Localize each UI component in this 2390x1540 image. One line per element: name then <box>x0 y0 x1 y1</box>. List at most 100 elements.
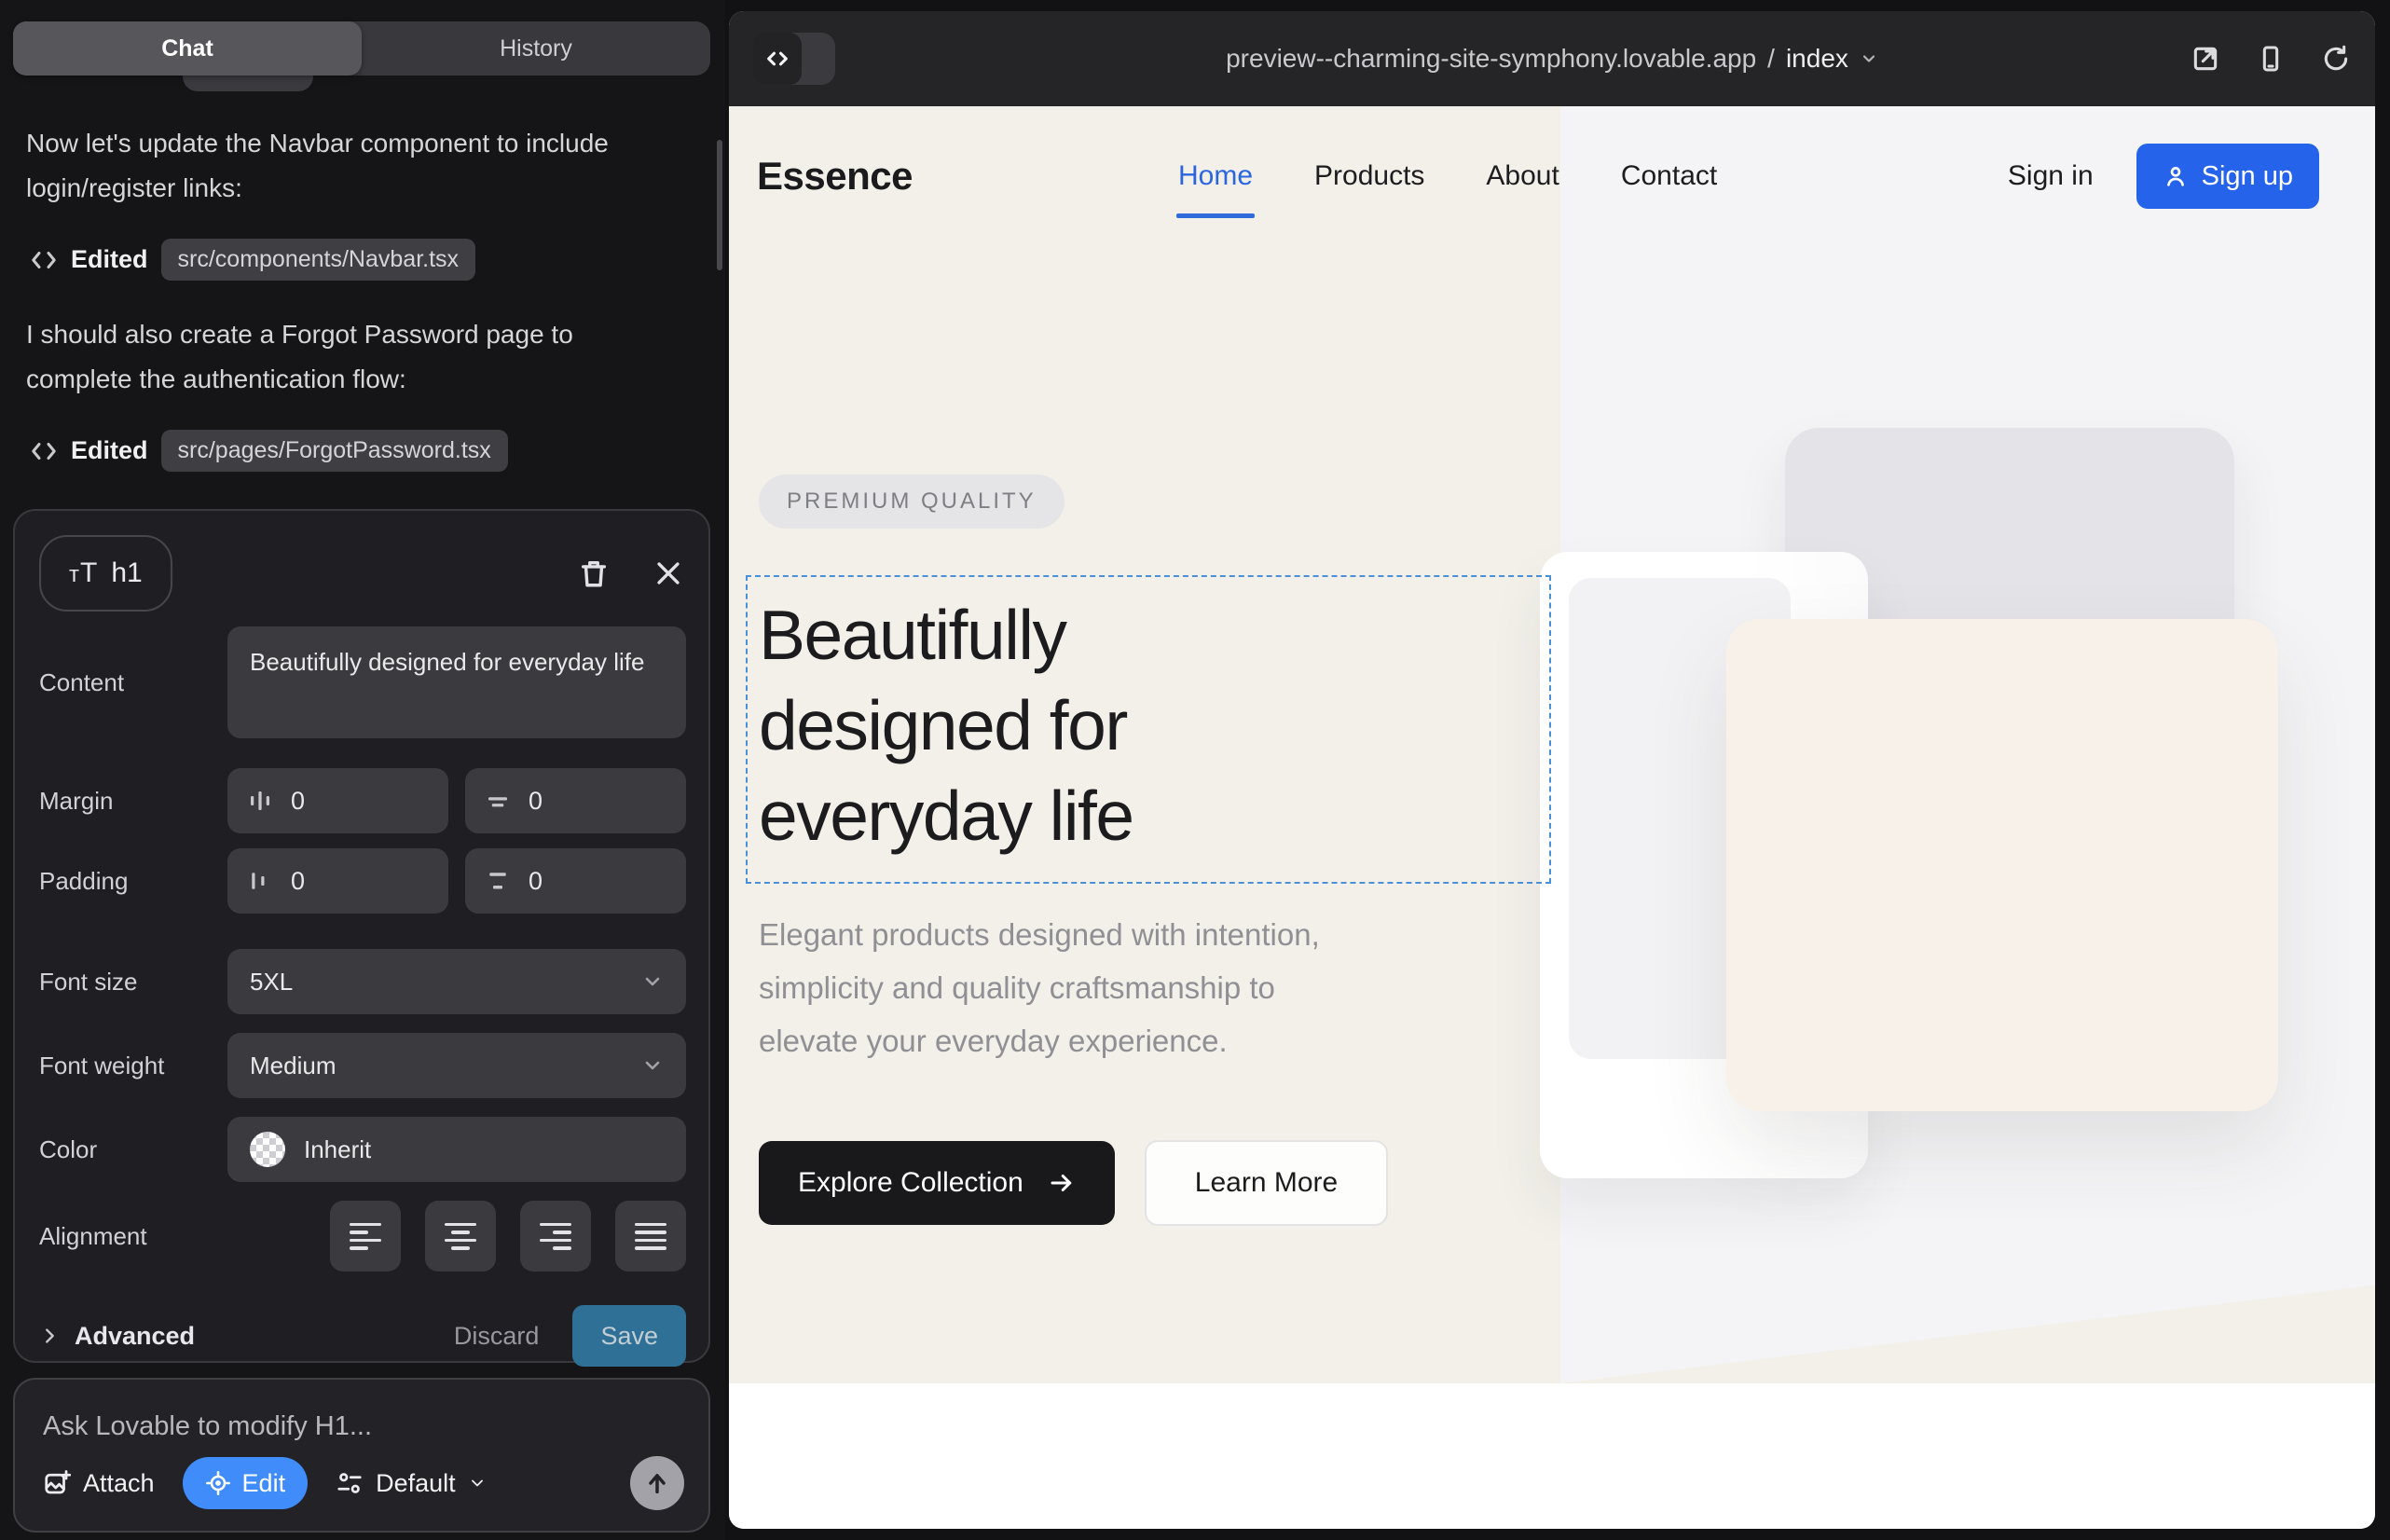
font-size-value: 5XL <box>250 968 293 997</box>
hero-paragraph-line: simplicity and quality craftsmanship to <box>759 961 1551 1014</box>
hero-heading-line: everyday life <box>759 771 1549 861</box>
nav-link-home[interactable]: Home <box>1178 160 1253 192</box>
explore-collection-button[interactable]: Explore Collection <box>759 1141 1115 1225</box>
padding-row: Padding 0 0 <box>39 848 686 914</box>
arrow-right-icon <box>1048 1169 1076 1197</box>
chat-input[interactable] <box>43 1411 680 1442</box>
attach-image-icon <box>43 1469 71 1497</box>
arrow-up-icon <box>644 1470 670 1496</box>
lovable-app: Chat History Now let's update the Navbar… <box>0 0 2390 1540</box>
learn-more-button[interactable]: Learn More <box>1145 1140 1388 1226</box>
target-icon <box>205 1470 231 1496</box>
url-bar: preview--charming-site-symphony.lovable.… <box>729 11 2375 106</box>
attach-label: Attach <box>83 1469 155 1498</box>
chrome-actions <box>2191 44 2351 74</box>
font-weight-label: Font weight <box>39 1052 227 1080</box>
nav-link-products[interactable]: Products <box>1314 160 1424 192</box>
assistant-message: Now let's update the Navbar component to… <box>26 121 684 211</box>
color-row: Color Inherit <box>39 1117 686 1182</box>
chevron-down-icon <box>641 970 664 993</box>
margin-vertical-input[interactable]: 0 <box>465 768 686 833</box>
text-style-icon: тT <box>69 557 98 589</box>
content-label: Content <box>39 668 227 697</box>
mobile-preview-icon[interactable] <box>2256 44 2286 74</box>
align-right-button[interactable] <box>520 1201 591 1272</box>
margin-horizontal-input[interactable]: 0 <box>227 768 448 833</box>
margin-vertical-value: 0 <box>529 787 543 816</box>
edited-file-row: Edited src/components/Navbar.tsx <box>30 239 684 281</box>
element-tag-pill[interactable]: тT h1 <box>39 535 172 612</box>
margin-horizontal-value: 0 <box>291 787 305 816</box>
sidebar: Chat History Now let's update the Navbar… <box>0 0 725 1540</box>
site-page: Essence Home Products About Contact Sign… <box>729 106 2375 1529</box>
nav-auth: Sign in Sign up <box>2008 144 2319 209</box>
font-weight-row: Font weight Medium <box>39 1033 686 1098</box>
font-size-select[interactable]: 5XL <box>227 949 686 1014</box>
selected-h1-outline[interactable]: Beautifully designed for everyday life <box>746 575 1551 884</box>
close-editor-button[interactable] <box>651 556 686 591</box>
sign-in-link[interactable]: Sign in <box>2008 160 2094 192</box>
advanced-toggle[interactable]: Advanced <box>39 1322 195 1351</box>
url-path[interactable]: index <box>1786 44 1848 74</box>
align-center-button[interactable] <box>425 1201 496 1272</box>
tab-history[interactable]: History <box>362 21 710 76</box>
font-weight-value: Medium <box>250 1052 336 1080</box>
padding-vertical-input[interactable]: 0 <box>465 848 686 914</box>
file-chip[interactable]: src/components/Navbar.tsx <box>161 239 476 281</box>
assistant-message: I should also create a Forgot Password p… <box>26 312 684 402</box>
margin-horizontal-icon <box>246 787 274 815</box>
code-view-toggle[interactable] <box>753 33 835 85</box>
color-swatch <box>250 1132 285 1167</box>
close-icon <box>652 557 684 589</box>
chevron-right-icon <box>39 1326 60 1346</box>
edit-label: Edit <box>242 1469 286 1498</box>
discard-button[interactable]: Discard <box>454 1322 540 1351</box>
chat-history-tabbar: Chat History <box>13 21 710 76</box>
save-button[interactable]: Save <box>572 1305 686 1367</box>
padding-horizontal-input[interactable]: 0 <box>227 848 448 914</box>
nav-link-contact[interactable]: Contact <box>1621 160 1717 192</box>
color-value: Inherit <box>304 1135 371 1164</box>
edited-label: Edited <box>71 436 148 465</box>
align-justify-button[interactable] <box>615 1201 686 1272</box>
element-tag-name: h1 <box>111 557 142 589</box>
hero-heading-line: designed for <box>759 681 1549 771</box>
padding-label: Padding <box>39 867 227 896</box>
url-separator: / <box>1767 44 1775 74</box>
open-external-icon[interactable] <box>2191 44 2220 74</box>
edited-label: Edited <box>71 245 148 274</box>
refresh-icon[interactable] <box>2321 44 2351 74</box>
hero-section: PREMIUM QUALITY Beautifully designed for… <box>759 474 1551 1226</box>
site-brand[interactable]: Essence <box>757 154 913 199</box>
padding-horizontal-icon <box>246 867 274 895</box>
tab-chat[interactable]: Chat <box>13 21 362 76</box>
font-size-row: Font size 5XL <box>39 949 686 1014</box>
color-select[interactable]: Inherit <box>227 1117 686 1182</box>
margin-row: Margin 0 0 <box>39 768 686 833</box>
url-host[interactable]: preview--charming-site-symphony.lovable.… <box>1226 44 1756 74</box>
color-label: Color <box>39 1135 227 1164</box>
editor-header: тT h1 <box>39 533 686 613</box>
align-left-button[interactable] <box>330 1201 401 1272</box>
mode-selector[interactable]: Default <box>336 1469 487 1498</box>
nav-link-about[interactable]: About <box>1486 160 1559 192</box>
mode-label: Default <box>376 1469 456 1498</box>
file-chip[interactable]: src/pages/ForgotPassword.tsx <box>161 430 508 472</box>
font-weight-select[interactable]: Medium <box>227 1033 686 1098</box>
margin-vertical-icon <box>484 787 512 815</box>
padding-vertical-value: 0 <box>529 867 543 896</box>
padding-horizontal-value: 0 <box>291 867 305 896</box>
hero-badge: PREMIUM QUALITY <box>759 474 1065 529</box>
sign-up-button[interactable]: Sign up <box>2136 144 2319 209</box>
content-row: Content Beautifully designed for everyda… <box>39 626 686 738</box>
send-button[interactable] <box>630 1456 684 1510</box>
sidebar-scrollbar[interactable] <box>717 140 722 270</box>
align-center-icon <box>445 1223 476 1250</box>
chat-input-panel: Attach Edit Default <box>13 1378 710 1533</box>
content-input[interactable]: Beautifully designed for everyday life <box>227 626 686 738</box>
nav-links: Home Products About Contact <box>1178 160 1717 192</box>
delete-element-button[interactable] <box>576 556 611 591</box>
attach-button[interactable]: Attach <box>43 1469 155 1498</box>
edit-mode-button[interactable]: Edit <box>183 1457 309 1509</box>
hero-paragraph: Elegant products designed with intention… <box>759 908 1551 1067</box>
